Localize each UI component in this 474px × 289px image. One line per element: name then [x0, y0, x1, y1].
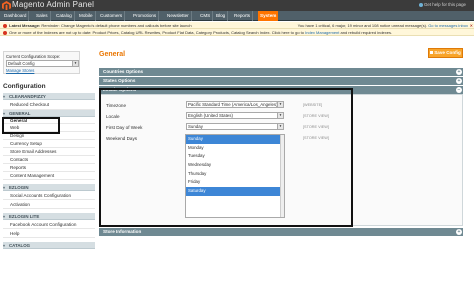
index-management-link[interactable]: Index Management [305, 30, 339, 35]
section-countries-label: Countries Options [103, 69, 144, 74]
nav-promotions[interactable]: Promotions [131, 11, 160, 21]
close-icon[interactable]: ✕ [470, 22, 473, 28]
latest-message-text: Reminder: Change Magento's default phone… [41, 23, 192, 28]
latest-message-prefix: Latest Message: [9, 23, 41, 28]
expand-icon: + [456, 78, 462, 84]
sidebar-group-ezlogin-lite[interactable]: ▾ EZLOGIN LITE [3, 213, 95, 220]
nav-catalog[interactable]: Catalog [54, 11, 75, 21]
inbox-link[interactable]: Go to messages inbox [428, 23, 468, 28]
chevron-down-icon: ▾ [3, 243, 6, 248]
index-message-bar: One or more of the Indexes are not up to… [0, 29, 474, 36]
alert-icon [3, 30, 7, 35]
index-message-text: One or more of the Indexes are not up to… [9, 30, 305, 35]
sidebar-group-catalog[interactable]: ▾ CATALOG [3, 242, 95, 249]
nav-reports[interactable]: Reports [232, 11, 254, 21]
expand-icon: + [456, 229, 462, 235]
sidebar-item-content-management[interactable]: Content Management [3, 172, 95, 180]
main-nav: Dashboard Sales Catalog Mobile Customers… [0, 11, 474, 21]
save-config-label: Save Config [434, 50, 461, 55]
nav-mobile[interactable]: Mobile [77, 11, 96, 21]
scope-select[interactable]: Default Config ▼ [6, 60, 79, 67]
section-store-information[interactable]: Store Information + [99, 228, 463, 236]
sidebar-item-facebook-config[interactable]: Facebook Account Configuration [3, 220, 95, 229]
sidebar-item-store-email-addresses[interactable]: Store Email Addresses [3, 148, 95, 156]
sidebar-group-general[interactable]: ▾ GENERAL [3, 110, 95, 117]
logo-text[interactable]: Magento Admin Panel [12, 0, 94, 9]
sidebar-item-social-accounts[interactable]: Social Accounts Configuration [3, 191, 95, 200]
page-title: General [99, 51, 126, 58]
nav-newsletter[interactable]: Newsletter [165, 11, 192, 21]
section-countries-options[interactable]: Countries Options + [99, 68, 463, 76]
sidebar-item-currency-setup[interactable]: Currency Setup [3, 140, 95, 148]
highlight-box-locale [99, 88, 353, 227]
index-message-tail: and rebuild required indexes. [340, 30, 393, 35]
sidebar-item-help[interactable]: Help [3, 229, 95, 238]
message-count-area: You have 1 critical, 6 major, 19 minor a… [297, 22, 468, 28]
chevron-down-icon: ▾ [3, 111, 6, 116]
scope-switcher: Current Configuration Scope: Default Con… [3, 51, 80, 74]
save-config-button[interactable]: Save Config [428, 48, 463, 58]
help-link-label: Get help for this page [424, 2, 466, 7]
chevron-down-icon: ▾ [3, 185, 6, 190]
message-count-text: You have 1 critical, 6 major, 19 minor a… [297, 23, 428, 28]
sidebar-item-activation[interactable]: Activation [3, 200, 95, 209]
system-message-bar: Latest Message: Reminder: Change Magento… [0, 22, 474, 29]
save-icon [430, 51, 434, 55]
collapse-icon: − [456, 87, 462, 93]
expand-icon: + [456, 69, 462, 75]
sidebar-title: Configuration [3, 83, 46, 90]
scope-label: Current Configuration Scope: [6, 54, 61, 59]
scope-select-value: Default Config [8, 61, 35, 66]
chevron-down-icon: ▾ [3, 214, 6, 219]
nav-sales[interactable]: Sales [34, 11, 51, 21]
help-icon [419, 2, 424, 7]
sidebar-group-ezlogin[interactable]: ▾ EZLOGIN [3, 184, 95, 191]
section-states-label: States Options [103, 78, 136, 83]
section-states-options[interactable]: States Options + [99, 77, 463, 85]
nav-cms[interactable]: CMS [198, 11, 214, 21]
chevron-down-icon: ▾ [3, 94, 6, 99]
manage-stores-link[interactable]: Manage Stores [6, 68, 77, 73]
help-link[interactable]: Get help for this page [419, 2, 466, 7]
admin-header: Magento Admin Panel Get help for this pa… [0, 0, 474, 11]
magento-logo-icon [2, 1, 11, 10]
sidebar-item-reduced-checkout[interactable]: Reduced Checkout [3, 100, 95, 110]
nav-dashboard[interactable]: Dashboard [2, 11, 30, 21]
section-store-info-label: Store Information [103, 229, 142, 234]
chevron-down-icon: ▼ [72, 61, 78, 66]
nav-customers[interactable]: Customers [98, 11, 126, 21]
alert-icon [3, 23, 7, 28]
nav-blog[interactable]: Blog [214, 11, 229, 21]
nav-system[interactable]: System [258, 11, 279, 21]
sidebar-item-reports[interactable]: Reports [3, 164, 95, 172]
highlight-box-sidebar [2, 117, 60, 134]
sidebar-group-clearandfizzy[interactable]: ▾ CLEARANDFIZZY [3, 93, 95, 100]
sidebar-item-contacts[interactable]: Contacts [3, 156, 95, 164]
